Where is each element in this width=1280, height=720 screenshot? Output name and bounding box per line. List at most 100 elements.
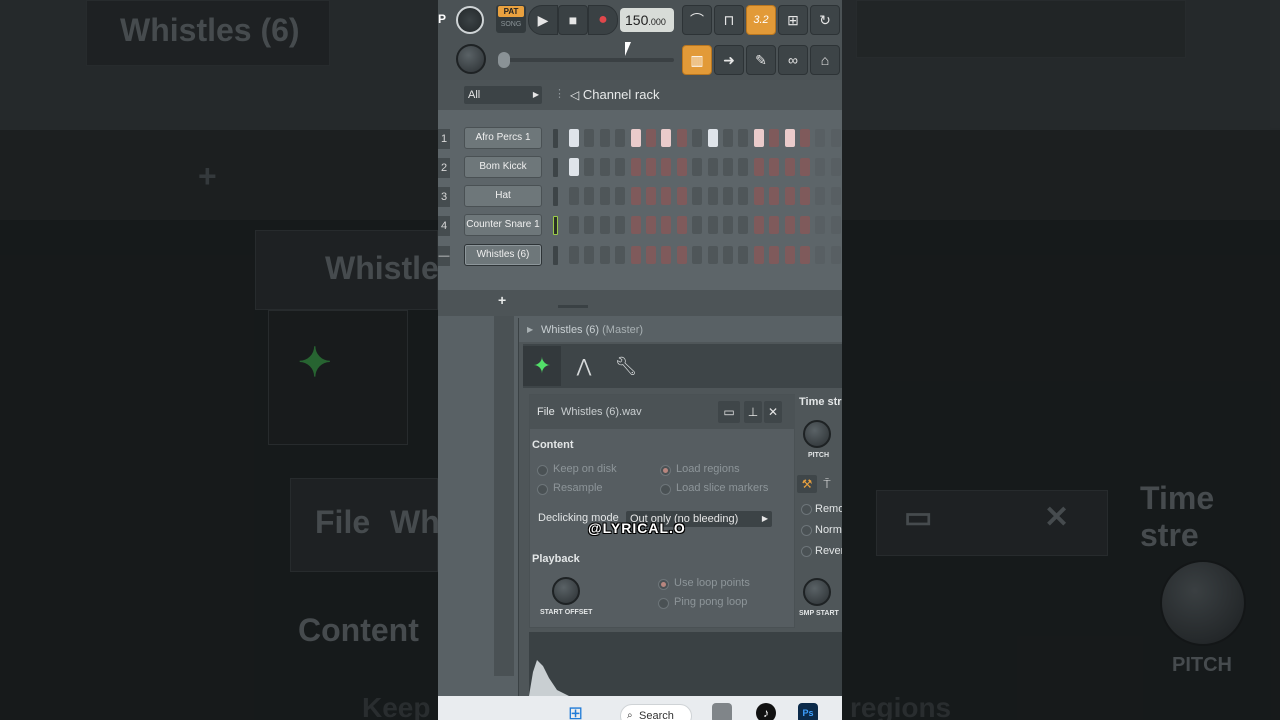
task-view-icon[interactable] [712,703,732,720]
step-button[interactable] [707,158,718,176]
step-button[interactable] [769,158,780,176]
channel-button[interactable]: Whistles (6) [464,244,542,266]
resample-checkbox[interactable] [537,484,548,495]
step-button[interactable] [584,129,595,147]
step-button[interactable] [646,216,656,234]
step-button[interactable] [784,129,795,147]
step-button[interactable] [646,129,656,147]
step-button[interactable] [815,158,826,176]
step-edit-button[interactable]: ▥ [682,45,712,75]
step-button[interactable] [615,216,626,234]
step-button[interactable] [630,216,641,234]
master-pitch-knob[interactable] [456,44,486,74]
step-button[interactable] [830,246,841,264]
step-button[interactable] [584,187,595,205]
wait-input-button[interactable]: ⊓ [714,5,744,35]
step-button[interactable] [815,216,826,234]
mixer-track-indicator[interactable] [553,158,558,177]
step-button[interactable] [769,187,780,205]
mixer-button[interactable]: ⌂ [810,45,840,75]
typing-keyboard-button[interactable]: ⊞ [778,5,808,35]
use-loop-points-checkbox[interactable] [658,579,669,590]
pattern-number-button[interactable]: 3.2 [746,5,776,35]
tab-envelope[interactable]: ⋀ [565,346,603,386]
step-button[interactable] [738,129,749,147]
close-file-button[interactable]: ✕ [764,401,782,423]
sampler-title-bar[interactable]: ▶ Whistles (6) (Master) [519,318,842,342]
file-name[interactable]: Whistles (6).wav [561,406,642,418]
taskbar-search[interactable]: ⌕ Search [620,704,692,720]
step-button[interactable] [676,187,687,205]
step-button[interactable] [723,187,733,205]
step-button[interactable] [784,216,795,234]
tempo-display[interactable]: 150.000 [620,8,674,32]
smp-start-knob[interactable] [803,578,831,606]
tiktok-icon[interactable]: ♪ [756,703,776,720]
step-button[interactable] [630,158,641,176]
snap-button[interactable]: ➜ [714,45,744,75]
waveform-display[interactable] [529,632,842,696]
step-button[interactable] [630,246,641,264]
step-button[interactable] [692,246,703,264]
ping-pong-loop-checkbox[interactable] [658,598,669,609]
photoshop-icon[interactable]: Ps [798,703,818,720]
step-button[interactable] [753,158,764,176]
step-button[interactable] [769,129,780,147]
step-button[interactable] [615,246,626,264]
channel-button[interactable]: Bom Kicck [464,156,542,178]
step-button[interactable] [707,216,718,234]
step-button[interactable] [615,187,626,205]
step-button[interactable] [723,129,733,147]
keep-on-disk-checkbox[interactable] [537,465,548,476]
step-button[interactable] [630,129,641,147]
tab-settings[interactable]: 🔧︎ [607,346,645,386]
step-button[interactable] [569,187,579,205]
step-button[interactable] [599,129,610,147]
draw-button[interactable]: ✎ [746,45,776,75]
step-button[interactable] [830,216,841,234]
step-button[interactable] [676,158,687,176]
tab-sample[interactable]: ✦ [523,346,561,386]
normalize-checkbox[interactable] [801,525,812,536]
step-button[interactable] [707,187,718,205]
channel-filter-select[interactable]: All ▶ [464,86,542,104]
step-button[interactable] [753,216,764,234]
load-slice-markers-checkbox[interactable] [660,484,671,495]
start-offset-knob[interactable] [552,577,580,605]
wrench-button[interactable]: ⚒ [797,475,817,493]
step-button[interactable] [692,187,703,205]
step-button[interactable] [676,129,687,147]
step-button[interactable] [830,187,841,205]
step-button[interactable] [723,158,733,176]
play-button[interactable]: ▶ [528,5,558,35]
step-button[interactable] [800,158,810,176]
step-button[interactable] [661,158,672,176]
mixer-track-indicator[interactable] [553,216,558,235]
add-channel-button[interactable]: + [498,292,506,308]
step-button[interactable] [584,216,595,234]
step-button[interactable] [661,129,672,147]
pitch-knob[interactable] [803,420,831,448]
step-button[interactable] [615,129,626,147]
pin-toggle-button[interactable]: ⍑ [819,475,835,493]
rack-scrollbar[interactable] [558,305,588,308]
step-button[interactable] [646,246,656,264]
step-button[interactable] [753,187,764,205]
step-button[interactable] [784,187,795,205]
step-button[interactable] [738,187,749,205]
stop-button[interactable]: ■ [558,5,588,35]
reverse-checkbox[interactable] [801,546,812,557]
pat-song-toggle[interactable]: PAT SONG [496,5,526,33]
step-button[interactable] [599,246,610,264]
step-button[interactable] [800,129,810,147]
metronome-button[interactable]: ⌒ [682,5,712,35]
mixer-track-indicator[interactable] [553,187,558,206]
step-button[interactable] [692,158,703,176]
collapse-arrow-icon[interactable]: ▶ [527,318,533,342]
song-position-thumb[interactable] [498,52,510,68]
mixer-track-indicator[interactable] [553,246,558,265]
step-button[interactable] [646,187,656,205]
step-button[interactable] [707,246,718,264]
step-button[interactable] [676,216,687,234]
step-button[interactable] [723,216,733,234]
